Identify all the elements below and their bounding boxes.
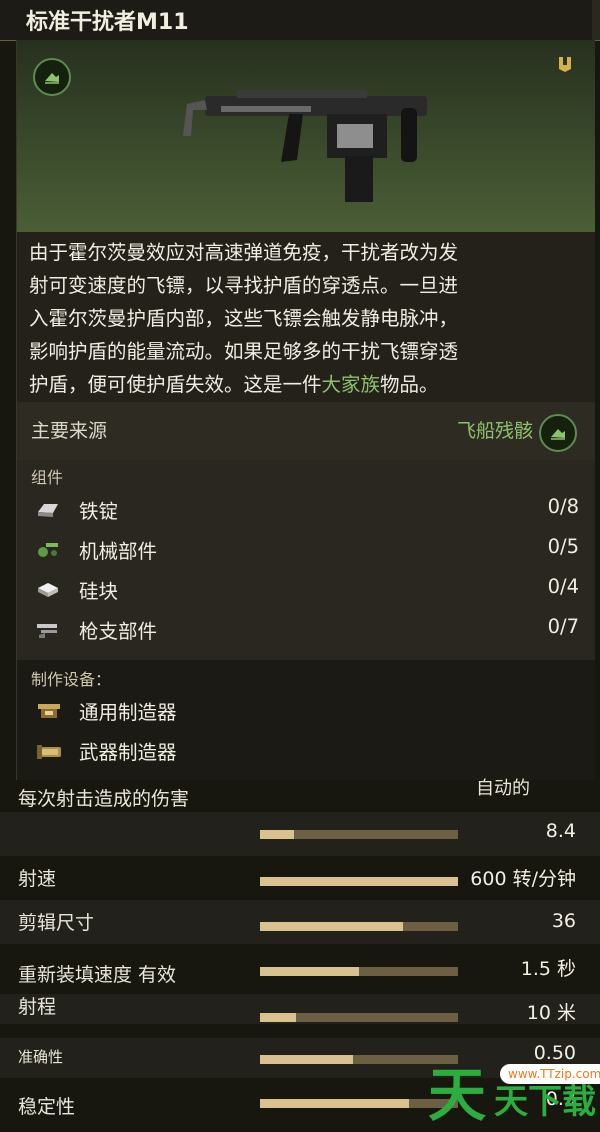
fabricator-name: 通用制造器: [79, 701, 177, 724]
generic-fabricator-icon: [38, 704, 60, 718]
watermark-site: www.TTzip.com: [500, 1064, 600, 1084]
stat-bar-fill: [260, 1099, 409, 1108]
faction-badge-icon: [33, 58, 71, 96]
component-name: 铁锭: [79, 500, 119, 523]
watermark-big-char: 天: [428, 1061, 487, 1129]
stat-bar-fill: [260, 1055, 354, 1064]
primary-source-value: 飞船残骸: [456, 420, 533, 442]
component-count: 0/5: [547, 535, 579, 558]
component-name: 枪支部件: [79, 620, 158, 643]
components-section: 组件 铁锭 0/8 机械部件 0/5 硅块 0/4 枪支部件 0/7: [17, 460, 595, 660]
stat-name: 射程: [18, 996, 57, 1018]
stat-name: 射速: [18, 868, 57, 890]
stat-bar-fill: [260, 1013, 296, 1022]
stat-bar: [260, 1013, 458, 1022]
stat-bar-fill: [260, 967, 359, 976]
stat-value: 10 米: [526, 1002, 576, 1024]
weapon-image: [183, 90, 427, 202]
stat-bar: [260, 877, 458, 886]
stat-value: 600 转/分钟: [470, 868, 576, 890]
item-title: 标准干扰者M11: [26, 10, 189, 35]
iron-ingot-icon: [38, 504, 58, 517]
component-name: 机械部件: [79, 540, 158, 563]
primary-source-row: 主要来源 飞船残骸: [17, 402, 595, 460]
stat-bar-fill: [260, 922, 403, 931]
fabricator-item-generic[interactable]: 通用制造器: [17, 692, 595, 730]
stat-bar-fill: [260, 877, 458, 886]
item-description: 由于霍尔茨曼效应对高速弹道免疫，干扰者改为发 射可变速度的飞镖，以寻找护盾的穿透…: [29, 236, 587, 401]
description-text: 护盾，便可使护盾失效。这是一件: [29, 373, 322, 396]
component-item-iron-ingot[interactable]: 铁锭 0/8: [17, 490, 595, 528]
description-text: 物品。: [380, 373, 439, 396]
stat-name: 准确性: [18, 1048, 64, 1066]
description-line: 影响护盾的能量流动。如果足够多的干扰飞镖穿透: [29, 340, 459, 363]
fabrication-section: 制作设备： 通用制造器 武器制造器: [17, 660, 595, 780]
faction-badge-icon: [539, 414, 577, 452]
title-bar-edge: [592, 0, 600, 40]
description-line: 护盾，便可使护盾失效。这是一件大家族物品。: [29, 368, 587, 401]
stat-bar: [260, 922, 458, 931]
component-count: 0/7: [547, 615, 579, 638]
gun-parts-icon: [37, 624, 57, 638]
component-item-mechanical-parts[interactable]: 机械部件 0/5: [17, 530, 595, 568]
components-title: 组件: [31, 468, 64, 487]
fabricator-name: 武器制造器: [79, 741, 177, 764]
component-count: 0/8: [547, 495, 579, 518]
stat-bar: [260, 967, 458, 976]
title-bar: 标准干扰者M11: [0, 0, 600, 41]
component-item-silicon-block[interactable]: 硅块 0/4: [17, 570, 595, 608]
description-line: 射可变速度的飞镖，以寻找护盾的穿透点。一旦进: [29, 274, 459, 297]
fabricator-item-weapon[interactable]: 武器制造器: [17, 732, 595, 770]
component-count: 0/4: [547, 575, 579, 598]
stat-name: 每次射击造成的伤害: [18, 788, 190, 810]
silicon-block-icon: [38, 583, 58, 597]
item-image-panel: [17, 40, 595, 232]
stat-bar: [260, 830, 458, 839]
weapon-fabricator-icon: [37, 745, 61, 759]
mechanical-parts-icon: [38, 543, 58, 557]
stat-value: 36: [551, 910, 576, 932]
stat-name: 稳定性: [18, 1096, 76, 1118]
stat-value: 8.4: [545, 820, 576, 842]
description-line: 由于霍尔茨曼效应对高速弹道免疫，干扰者改为发: [29, 241, 459, 264]
stat-name: 重新装填速度 有效: [18, 964, 177, 986]
fabrication-title: 制作设备：: [31, 670, 112, 689]
component-item-gun-parts[interactable]: 枪支部件 0/7: [17, 610, 595, 648]
description-line: 入霍尔茨曼护盾内部，这些飞镖会触发静电脉冲，: [29, 307, 459, 330]
rarity-corner-icon: [557, 54, 573, 78]
stat-name: 剪辑尺寸: [18, 912, 95, 934]
fire-mode-value: 自动的: [476, 778, 530, 799]
stat-bar-fill: [260, 830, 294, 839]
primary-source-label: 主要来源: [31, 420, 108, 442]
watermark-logo: 天 天下载 www.TTzip.com: [420, 1040, 600, 1129]
item-card: 由于霍尔茨曼效应对高速弹道免疫，干扰者改为发 射可变速度的飞镖，以寻找护盾的穿透…: [16, 40, 595, 780]
stat-value: 1.5 秒: [520, 958, 576, 980]
component-name: 硅块: [79, 580, 119, 603]
faction-link[interactable]: 大家族: [322, 373, 381, 396]
